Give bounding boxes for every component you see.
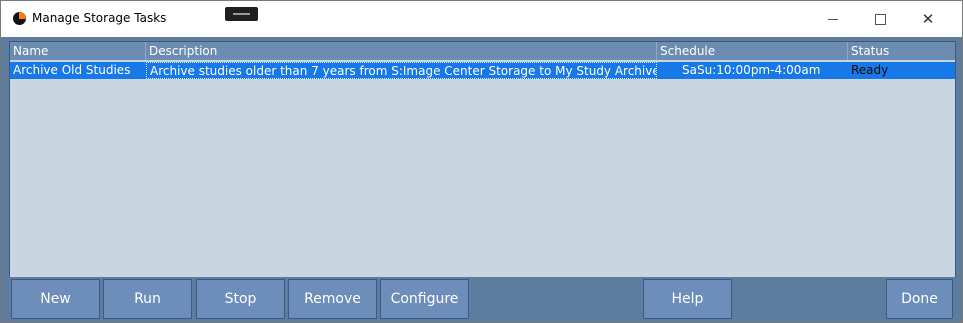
tasks-table[interactable]: Name Description Schedule Status Archive…: [9, 41, 956, 279]
manage-storage-tasks-window: Manage Storage Tasks ✕ Name Description …: [0, 0, 963, 323]
table-row[interactable]: Archive Old Studies Archive studies olde…: [10, 62, 955, 79]
cell-name: Archive Old Studies: [13, 63, 131, 77]
minimize-button[interactable]: [813, 5, 853, 33]
title-bar[interactable]: Manage Storage Tasks ✕: [1, 1, 962, 37]
done-button[interactable]: Done: [886, 279, 953, 319]
new-button[interactable]: New: [11, 279, 100, 319]
minimize-icon: [828, 19, 838, 20]
app-logo-icon: [13, 12, 26, 25]
close-icon: ✕: [921, 10, 935, 28]
stop-button[interactable]: Stop: [196, 279, 285, 319]
close-button[interactable]: ✕: [908, 5, 948, 33]
run-button[interactable]: Run: [103, 279, 192, 319]
cell-description: Archive studies older than 7 years from …: [146, 62, 657, 79]
cell-status: Ready: [851, 63, 889, 77]
cell-schedule: SaSu:10:00pm-4:00am: [682, 63, 821, 77]
column-header-description[interactable]: Description: [146, 42, 657, 60]
help-button[interactable]: Help: [643, 279, 732, 319]
button-bar: New Run Stop Remove Configure Help Done: [1, 277, 962, 322]
maximize-button[interactable]: [860, 5, 900, 33]
column-header-schedule[interactable]: Schedule: [657, 42, 848, 60]
remove-button[interactable]: Remove: [288, 279, 377, 319]
column-header-name[interactable]: Name: [10, 42, 146, 60]
window-title: Manage Storage Tasks: [32, 11, 167, 25]
maximize-icon: [874, 14, 886, 25]
client-area: Name Description Schedule Status Archive…: [1, 37, 962, 322]
title-grip-handle[interactable]: [225, 7, 258, 21]
column-header-status[interactable]: Status: [848, 42, 955, 60]
table-header: Name Description Schedule Status: [10, 42, 955, 60]
configure-button[interactable]: Configure: [380, 279, 469, 319]
